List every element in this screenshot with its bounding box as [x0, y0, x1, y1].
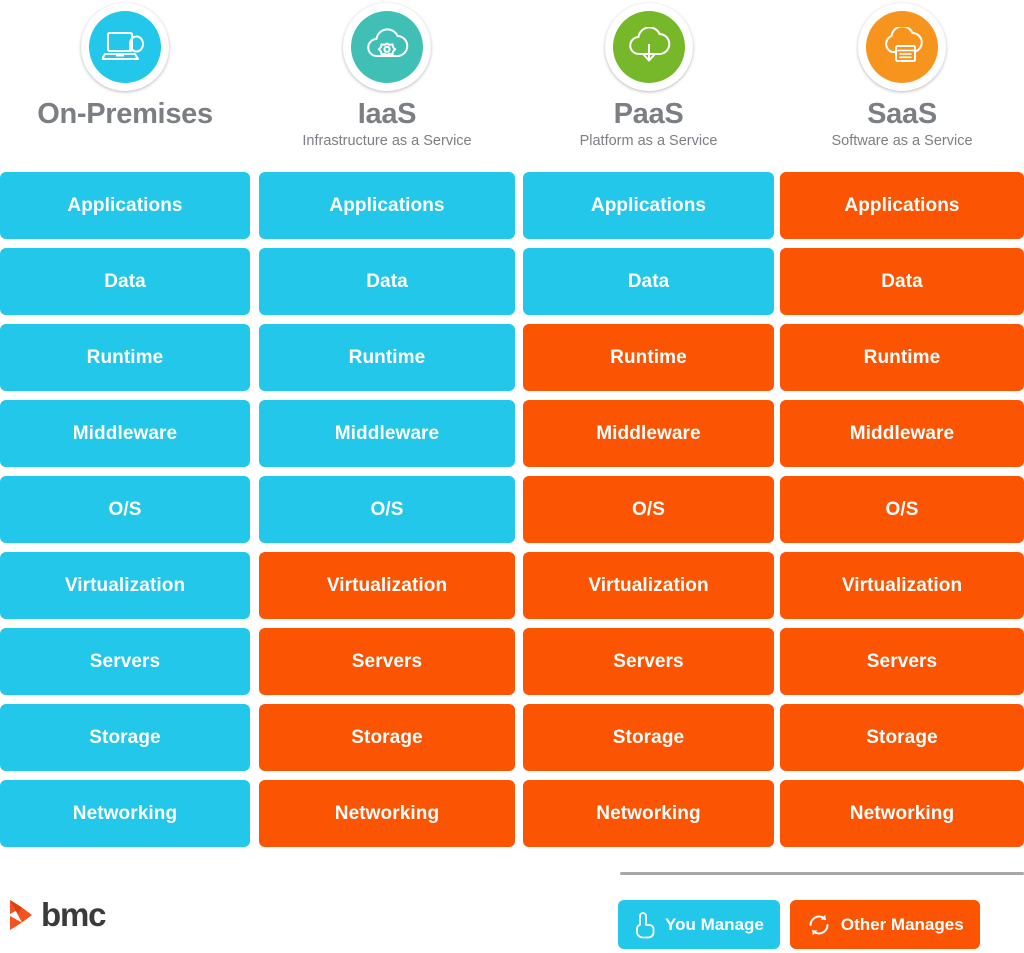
cell-on-premises-servers: Servers	[0, 628, 250, 695]
header-subtitle: Software as a Service	[831, 133, 973, 150]
cloud-service-models-diagram: On-Premises IaaS Infrastructure as a Ser…	[0, 0, 1024, 953]
bmc-logo: bmc	[8, 896, 106, 933]
cell-saas-virtualization: Virtualization	[780, 552, 1024, 619]
cell-paas-storage: Storage	[523, 704, 774, 771]
cell-saas-o-s: O/S	[780, 476, 1024, 543]
cell-on-premises-o-s: O/S	[0, 476, 250, 543]
cell-saas-runtime: Runtime	[780, 324, 1024, 391]
cell-paas-data: Data	[523, 248, 774, 315]
laptop-server-icon	[89, 11, 161, 83]
column-paas: Applications Data Runtime Middleware O/S Virt…	[523, 172, 774, 856]
column-saas: Applications Data Runtime Middleware O/S Virt…	[780, 172, 1024, 856]
bmc-bowtie-icon	[10, 899, 32, 930]
header-on-premises: On-Premises	[0, 0, 250, 165]
cell-on-premises-middleware: Middleware	[0, 400, 250, 467]
column-iaas: Applications Data Runtime Middleware O/S Virt…	[259, 172, 515, 856]
header-subtitle: Platform as a Service	[579, 133, 718, 150]
header-subtitle: Infrastructure as a Service	[302, 133, 472, 150]
column-headers: On-Premises IaaS Infrastructure as a Ser…	[0, 0, 1024, 165]
cell-paas-networking: Networking	[523, 780, 774, 847]
column-on-premises: Applications Data Runtime Middleware O/S Virt…	[0, 172, 250, 856]
cell-iaas-middleware: Middleware	[259, 400, 515, 467]
cell-on-premises-networking: Networking	[0, 780, 250, 847]
cell-paas-middleware: Middleware	[523, 400, 774, 467]
paas-icon-badge	[604, 3, 693, 91]
cell-on-premises-applications: Applications	[0, 172, 250, 239]
cell-saas-servers: Servers	[780, 628, 1024, 695]
bmc-wordmark: bmc	[41, 896, 106, 933]
cell-paas-virtualization: Virtualization	[523, 552, 774, 619]
legend-you-manage-label: You Manage	[665, 914, 764, 934]
header-title: SaaS	[867, 98, 937, 130]
cell-iaas-applications: Applications	[259, 172, 515, 239]
legend-other-manages[interactable]: Other Manages	[789, 900, 980, 949]
cell-on-premises-virtualization: Virtualization	[0, 552, 250, 619]
cell-iaas-runtime: Runtime	[259, 324, 515, 391]
responsibility-grid: Applications Data Runtime Middleware O/S Virt…	[0, 172, 1024, 856]
cell-saas-middleware: Middleware	[780, 400, 1024, 467]
iaas-icon-badge	[343, 3, 431, 91]
footer: bmc You Manage Other Manages	[0, 860, 1024, 953]
header-saas: SaaS Software as a Service	[780, 0, 1024, 165]
refresh-circle-icon	[809, 914, 829, 935]
cell-saas-data: Data	[780, 248, 1024, 315]
legend: You Manage Other Manages	[618, 900, 980, 949]
cell-on-premises-storage: Storage	[0, 704, 250, 771]
saas-icon-badge	[858, 3, 946, 91]
cell-saas-networking: Networking	[780, 780, 1024, 847]
cloud-gear-icon	[351, 11, 423, 83]
cell-iaas-servers: Servers	[259, 628, 515, 695]
header-title: PaaS	[613, 98, 684, 130]
header-paas: PaaS Platform as a Service	[523, 0, 774, 165]
cell-iaas-data: Data	[259, 248, 515, 315]
header-title: IaaS	[357, 98, 417, 130]
cell-paas-runtime: Runtime	[523, 324, 774, 391]
cloud-download-icon	[612, 11, 685, 83]
legend-you-manage[interactable]: You Manage	[618, 900, 780, 949]
cell-paas-o-s: O/S	[523, 476, 774, 543]
cell-iaas-storage: Storage	[259, 704, 515, 771]
cell-iaas-virtualization: Virtualization	[259, 552, 515, 619]
cell-iaas-networking: Networking	[259, 780, 515, 847]
legend-other-manages-label: Other Manages	[840, 914, 964, 934]
cell-on-premises-data: Data	[0, 248, 250, 315]
cell-iaas-o-s: O/S	[259, 476, 515, 543]
header-title: On-Premises	[37, 98, 213, 130]
header-iaas: IaaS Infrastructure as a Service	[259, 0, 515, 165]
legend-divider	[620, 872, 1024, 875]
cell-saas-storage: Storage	[780, 704, 1024, 771]
cell-saas-applications: Applications	[780, 172, 1024, 239]
pointing-hand-icon	[636, 911, 655, 938]
on-premises-icon-badge	[81, 3, 169, 91]
cell-paas-applications: Applications	[523, 172, 774, 239]
cell-paas-servers: Servers	[523, 628, 774, 695]
cell-on-premises-runtime: Runtime	[0, 324, 250, 391]
cloud-window-icon	[866, 11, 938, 83]
